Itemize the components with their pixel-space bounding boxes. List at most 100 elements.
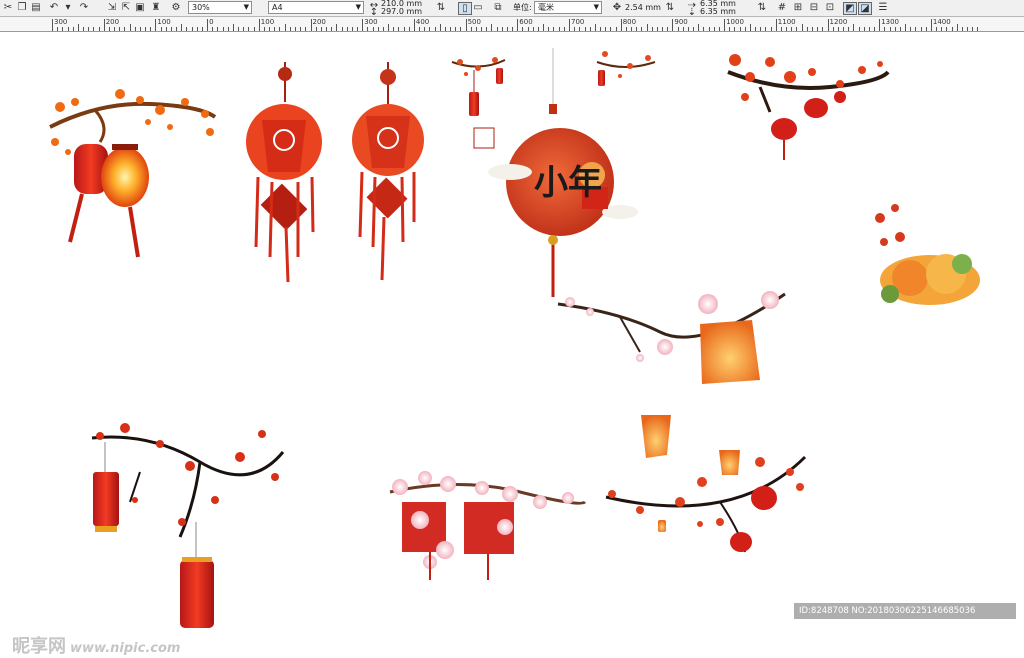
watermark-brand: 昵享网 xyxy=(12,636,66,657)
paste-icon[interactable]: ▤ xyxy=(30,2,42,13)
ruler-minor-tick xyxy=(910,27,912,31)
snap-guides-icon[interactable]: ⊞ xyxy=(792,2,804,13)
watermark: 昵享网 www.nipic.com xyxy=(12,632,180,658)
ruler-minor-tick xyxy=(905,24,907,31)
ruler-minor-tick xyxy=(150,27,152,31)
ruler-minor-tick xyxy=(419,27,421,31)
cut-icon[interactable]: ✂ xyxy=(2,2,14,13)
ruler-minor-tick xyxy=(336,24,338,31)
edit-across-layers-icon[interactable]: ◪ xyxy=(858,2,872,15)
ruler-minor-tick xyxy=(537,27,539,31)
export-icon[interactable]: ⇱ xyxy=(120,2,132,13)
ruler-minor-tick xyxy=(610,27,612,31)
ruler-major-tick xyxy=(569,19,570,31)
app-launcher-icon[interactable]: ♜ xyxy=(150,2,162,13)
ruler-minor-tick xyxy=(108,27,110,31)
ruler-minor-tick xyxy=(967,27,969,31)
ruler-tick-label: 1200 xyxy=(829,18,848,26)
ruler-minor-tick xyxy=(372,27,374,31)
ruler-minor-tick xyxy=(760,27,762,31)
ruler-minor-tick xyxy=(744,27,746,31)
ruler-tick-label: 900 xyxy=(674,18,688,26)
welcome-screen-icon[interactable]: ⚙ xyxy=(170,2,182,13)
ruler-minor-tick xyxy=(238,27,240,31)
plum-branch-glowing-lanterns[interactable] xyxy=(49,89,217,258)
white-blossom-red-lanterns[interactable] xyxy=(389,471,587,580)
ruler-major-tick xyxy=(52,19,53,31)
ruler-minor-tick xyxy=(119,27,121,31)
ruler-minor-tick xyxy=(791,27,793,31)
snap-grid-icon[interactable]: # xyxy=(776,2,788,13)
ruler-minor-tick xyxy=(315,27,317,31)
ruler-minor-tick xyxy=(806,27,808,31)
chevron-down-icon[interactable]: ▾ xyxy=(62,2,74,13)
chevron-down-icon: ▼ xyxy=(593,3,599,11)
ruler-major-tick xyxy=(103,19,105,31)
spinner-icon[interactable]: ⇅ xyxy=(664,2,676,13)
ruler-tick-label: 1300 xyxy=(881,18,900,26)
palace-lantern-fu[interactable] xyxy=(246,62,322,283)
horizontal-ruler[interactable]: 300 200 100 0 100 200 300 400 500 600 700 800 900 100… xyxy=(0,17,1024,32)
zoom-select[interactable]: 30% ▼ xyxy=(188,1,252,14)
ruler-minor-tick xyxy=(491,24,493,31)
page-size-select[interactable]: A4 ▼ xyxy=(268,1,364,14)
nudge-distance-field[interactable]: 2.54 mm xyxy=(625,4,661,12)
ruler-major-tick xyxy=(775,19,777,31)
ruler-tick-label: 200 xyxy=(105,18,120,26)
undo-icon[interactable]: ↶ xyxy=(48,2,60,13)
pink-blossom-sky-lantern[interactable] xyxy=(557,291,786,458)
spinner-icon[interactable]: ⇅ xyxy=(756,2,768,13)
ruler-minor-tick xyxy=(93,27,95,31)
small-plum-branch-top[interactable] xyxy=(596,51,656,86)
unit-select[interactable]: 毫米 ▼ xyxy=(534,1,602,14)
all-pages-icon[interactable]: ⧉ xyxy=(492,2,504,13)
ruler-minor-tick xyxy=(837,27,839,31)
ruler-minor-tick xyxy=(475,27,477,31)
ruler-minor-tick xyxy=(631,27,633,31)
ruler-minor-tick xyxy=(512,27,514,31)
dynamic-guides-icon[interactable]: ⊡ xyxy=(824,2,836,13)
plum-branch-cylinder-lanterns[interactable] xyxy=(91,423,285,628)
ruler-minor-tick xyxy=(532,27,534,31)
page-height-field[interactable]: 297.0 mm xyxy=(381,8,422,16)
treat-as-filled-icon[interactable]: ◩ xyxy=(843,2,857,15)
ruler-major-tick xyxy=(672,19,674,31)
ruler-minor-tick xyxy=(217,27,219,31)
ruler-minor-tick xyxy=(589,27,591,31)
publish-pdf-icon[interactable]: ▣ xyxy=(134,2,146,13)
plum-branch-lanterns-bottom-right[interactable] xyxy=(605,450,807,553)
ruler-minor-tick xyxy=(284,24,286,31)
portrait-icon[interactable]: ▯ xyxy=(458,2,472,15)
palace-lantern-chun[interactable] xyxy=(352,62,424,281)
ruler-minor-tick xyxy=(181,24,183,31)
options-icon[interactable]: ☰ xyxy=(877,2,889,13)
ruler-minor-tick xyxy=(594,24,596,31)
ruler-minor-tick xyxy=(501,27,503,31)
peony-flowers[interactable] xyxy=(875,204,980,305)
landscape-icon[interactable]: ▭ xyxy=(472,2,484,13)
ruler-minor-tick xyxy=(145,27,147,31)
snap-objects-icon[interactable]: ⊟ xyxy=(808,2,820,13)
import-icon[interactable]: ⇲ xyxy=(106,2,118,13)
ruler-minor-tick xyxy=(977,27,979,31)
ruler-minor-tick xyxy=(388,24,390,31)
ruler-minor-tick xyxy=(248,27,250,31)
ruler-minor-tick xyxy=(434,27,436,31)
ruler-minor-tick xyxy=(956,24,958,31)
drawing-canvas[interactable]: 小年 昵享网 www.nipic.com xyxy=(0,32,1024,657)
page-size-value: A4 xyxy=(272,3,283,12)
small-branch-lanterns[interactable] xyxy=(451,57,506,149)
ruler-minor-tick xyxy=(393,27,395,31)
redo-icon[interactable]: ↷ xyxy=(78,2,90,13)
ruler-minor-tick xyxy=(941,27,943,31)
spinner-icon[interactable]: ⇅ xyxy=(435,2,447,13)
copy-icon[interactable]: ❐ xyxy=(16,2,28,13)
plum-branch-round-lanterns[interactable] xyxy=(727,54,890,160)
ruler-major-tick xyxy=(413,19,415,31)
ruler-minor-tick xyxy=(57,27,59,31)
ruler-minor-tick xyxy=(403,27,405,31)
duplicate-y-field[interactable]: 6.35 mm xyxy=(700,8,736,16)
ruler-minor-tick xyxy=(351,27,353,31)
ruler-minor-tick xyxy=(543,24,545,31)
ruler-minor-tick xyxy=(951,27,953,31)
